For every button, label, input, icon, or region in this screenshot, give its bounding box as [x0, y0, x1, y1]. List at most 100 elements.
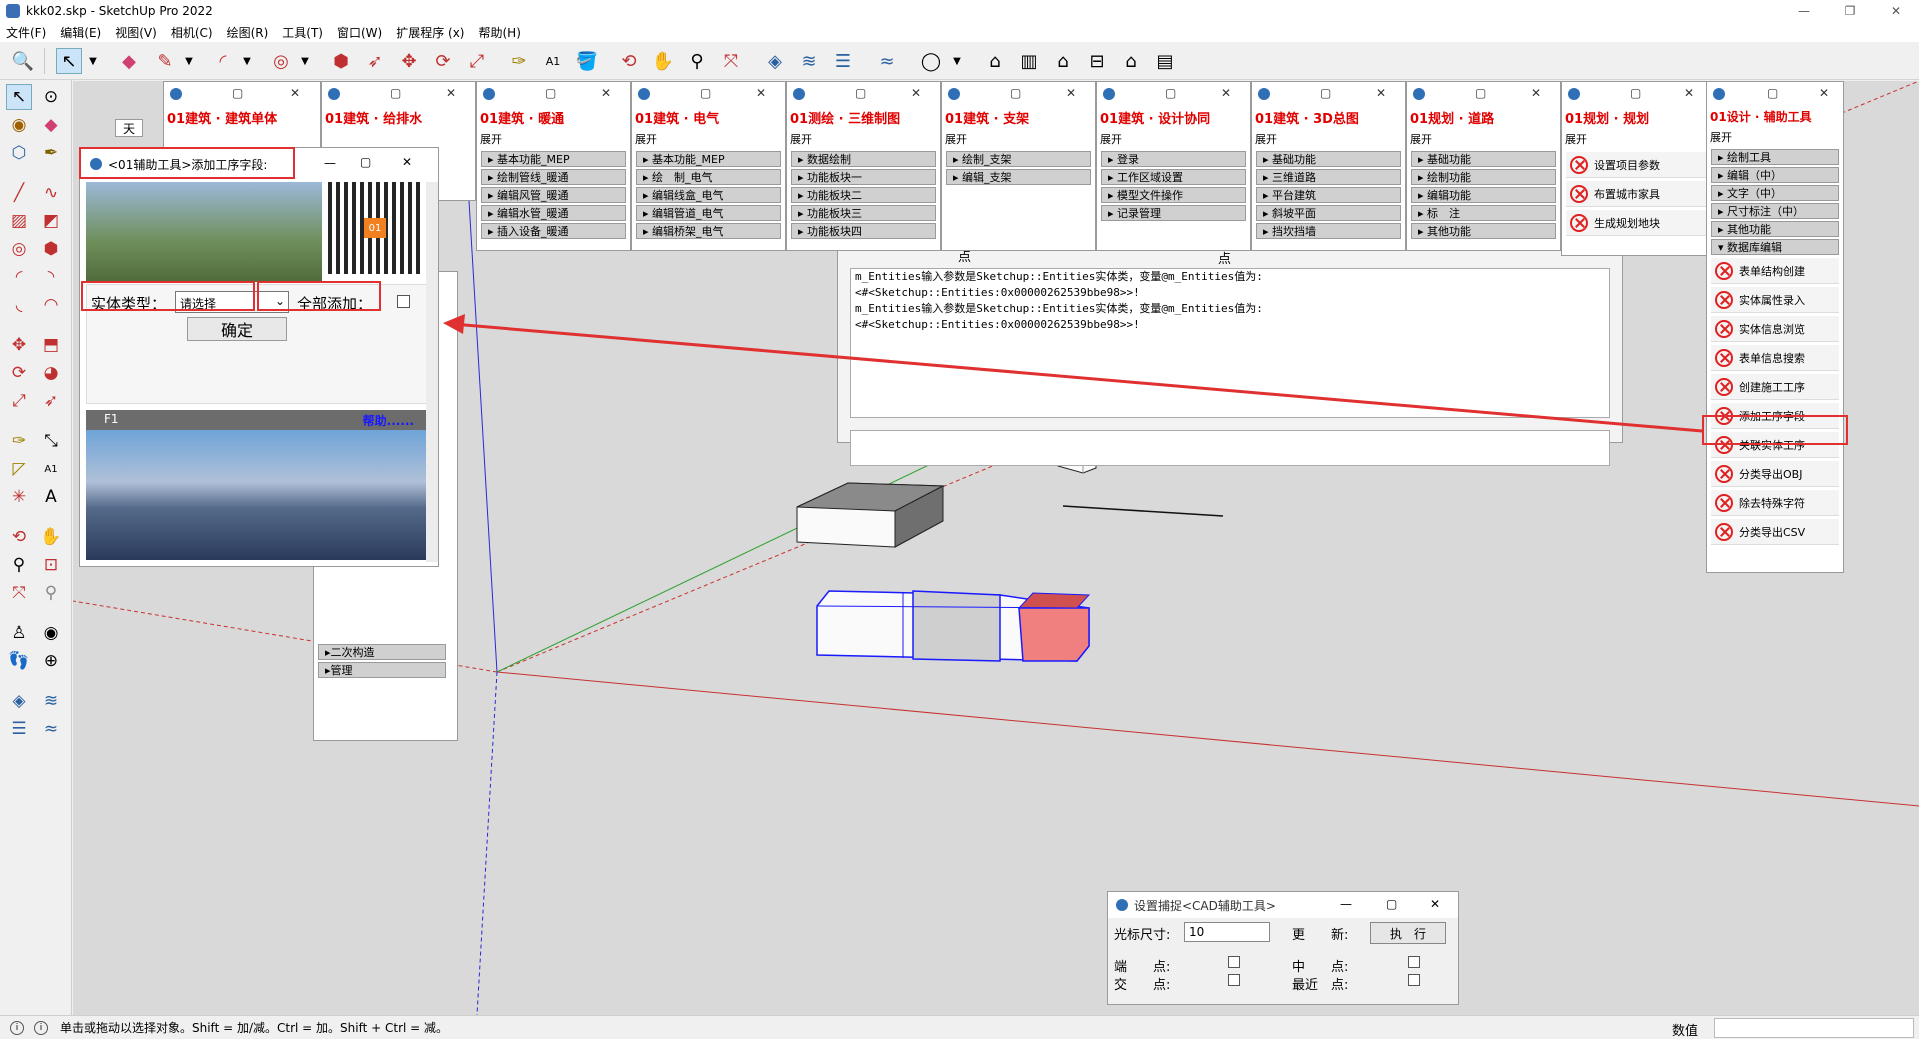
- menu-window[interactable]: 窗口(W): [337, 24, 382, 41]
- layers-icon[interactable]: ◈: [6, 688, 32, 714]
- close-icon[interactable]: ✕: [1430, 897, 1440, 911]
- panel-item[interactable]: ▸ 基础功能: [1256, 151, 1401, 167]
- rotate-icon[interactable]: ⟳: [6, 360, 32, 386]
- group-item[interactable]: ▸ 编辑（中）: [1711, 167, 1839, 183]
- shadows-icon[interactable]: ≈: [874, 48, 900, 74]
- pan-icon[interactable]: ✋: [38, 524, 64, 550]
- form-search-button[interactable]: 表单信息搜索: [1711, 345, 1839, 371]
- panel-item[interactable]: ▸ 功能板块二: [791, 187, 936, 203]
- panel-item[interactable]: ▸ 挡坎挡墙: [1256, 223, 1401, 239]
- group-item[interactable]: ▸ 文字（中）: [1711, 185, 1839, 201]
- lasso-icon[interactable]: ⊙: [38, 84, 64, 110]
- expand-label[interactable]: 展开: [1707, 127, 1843, 147]
- select-icon[interactable]: ↖: [6, 84, 32, 110]
- panel-item[interactable]: ▸ 插入设备_暖通: [481, 223, 626, 239]
- panel-item[interactable]: ▸ 斜坡平面: [1256, 205, 1401, 221]
- text-icon[interactable]: A1: [540, 48, 566, 74]
- dimension-icon[interactable]: ⤡: [38, 428, 64, 454]
- position-camera-icon[interactable]: ♙: [6, 620, 32, 646]
- expand-label[interactable]: 展开: [1562, 129, 1712, 149]
- text-icon[interactable]: A1: [38, 456, 64, 482]
- remove-chars-button[interactable]: 除去特殊字符: [1711, 490, 1839, 516]
- layers-icon[interactable]: ◈: [762, 48, 788, 74]
- zoom-window-icon[interactable]: ⚲: [684, 48, 710, 74]
- panel-item[interactable]: ▸ 绘制功能: [1411, 169, 1556, 185]
- orbit-icon[interactable]: ⟲: [616, 48, 642, 74]
- panel-item[interactable]: ▸ 编辑功能: [1411, 187, 1556, 203]
- minimize-icon[interactable]: —: [1340, 897, 1352, 911]
- menu-camera[interactable]: 相机(C): [171, 24, 213, 41]
- account-dropdown-icon[interactable]: ▼: [944, 48, 970, 74]
- tape-icon[interactable]: ✑: [506, 48, 532, 74]
- account-icon[interactable]: ◯: [918, 48, 944, 74]
- panel-item[interactable]: ▸ 基本功能_MEP: [481, 151, 626, 167]
- panel-item[interactable]: ▸ 编辑风管_暖通: [481, 187, 626, 203]
- city-furniture-button[interactable]: 布置城市家具: [1566, 181, 1708, 207]
- scale-icon[interactable]: ⤢: [464, 48, 490, 74]
- arc-icon[interactable]: ◜: [210, 48, 236, 74]
- scale-icon[interactable]: ⤢: [6, 388, 32, 414]
- panel-item[interactable]: ▸ 数据绘制: [791, 151, 936, 167]
- freehand-icon[interactable]: ∿: [38, 180, 64, 206]
- maximize-icon[interactable]: ▢: [360, 155, 371, 169]
- behind-tab[interactable]: 天: [115, 119, 143, 137]
- eraser-icon[interactable]: ◆: [116, 48, 142, 74]
- building-icon[interactable]: ▤: [1152, 48, 1178, 74]
- execute-button[interactable]: 执 行: [1370, 922, 1446, 944]
- group-item[interactable]: ▸ 绘制工具: [1711, 149, 1839, 165]
- zoom-extents-icon[interactable]: ⤧: [6, 580, 32, 606]
- endpoint-checkbox[interactable]: [1228, 956, 1240, 968]
- panel-item[interactable]: ▸ 基础功能: [1411, 151, 1556, 167]
- paint-icon[interactable]: 🪣: [574, 48, 600, 74]
- walk-icon[interactable]: 👣: [6, 648, 32, 674]
- protractor-icon[interactable]: ◸: [6, 456, 32, 482]
- move-icon[interactable]: ✥: [6, 332, 32, 358]
- arc2-icon[interactable]: ◝: [38, 264, 64, 290]
- zoom-icon[interactable]: 🔍: [10, 48, 36, 74]
- group-item[interactable]: ▸ 尺寸标注（中）: [1711, 203, 1839, 219]
- paint-icon[interactable]: ◉: [6, 112, 32, 138]
- expand-label[interactable]: 展开: [1097, 129, 1250, 149]
- arc-dropdown-icon[interactable]: ▼: [234, 48, 260, 74]
- warehouse-icon[interactable]: ⌂: [982, 48, 1008, 74]
- modeling-viewport[interactable]: m_Entities输入参数是Sketchup::Entities实体类，变量@…: [73, 81, 1919, 1015]
- panel-item[interactable]: ▸ 编辑桥架_电气: [636, 223, 781, 239]
- minimize-icon[interactable]: —: [324, 156, 336, 170]
- panel-item[interactable]: ▸ 编辑_支架: [946, 169, 1091, 185]
- zoom-icon[interactable]: ⚲: [6, 552, 32, 578]
- select-dropdown-icon[interactable]: ▼: [80, 48, 106, 74]
- close-icon[interactable]: ✕: [1873, 0, 1919, 22]
- scenes-icon[interactable]: ☰: [6, 716, 32, 742]
- confirm-button[interactable]: 确定: [187, 317, 287, 341]
- help-icon[interactable]: i: [34, 1020, 48, 1035]
- tag-icon[interactable]: ✒: [38, 140, 64, 166]
- menu-file[interactable]: 文件(F): [6, 24, 46, 41]
- expand-label[interactable]: 展开: [1407, 129, 1560, 149]
- pan-icon[interactable]: ✋: [650, 48, 676, 74]
- panel-item[interactable]: ▸ 功能板块三: [791, 205, 936, 221]
- panel-item[interactable]: ▸ 其他功能: [1411, 223, 1556, 239]
- look-around-icon[interactable]: ◉: [38, 620, 64, 646]
- export-csv-button[interactable]: 分类导出CSV: [1711, 519, 1839, 545]
- styles-icon[interactable]: ≋: [38, 688, 64, 714]
- behind-item-manage[interactable]: ▸ 管理: [318, 662, 446, 678]
- intersection-checkbox[interactable]: [1228, 974, 1240, 986]
- panel-item[interactable]: ▸ 绘 制_电气: [636, 169, 781, 185]
- previous-view-icon[interactable]: ⚲: [38, 580, 64, 606]
- expand-label[interactable]: 展开: [1252, 129, 1405, 149]
- rotate-icon[interactable]: ⟳: [430, 48, 456, 74]
- panel-item[interactable]: ▸ 绘制_支架: [946, 151, 1091, 167]
- home-icon[interactable]: ⌂: [1050, 48, 1076, 74]
- rotated-rect-icon[interactable]: ◩: [38, 208, 64, 234]
- rectangle-icon[interactable]: ▨: [6, 208, 32, 234]
- help-link[interactable]: 帮助......: [363, 412, 414, 428]
- panel-item[interactable]: ▸ 记录管理: [1101, 205, 1246, 221]
- entity-browse-button[interactable]: 实体信息浏览: [1711, 316, 1839, 342]
- behind-item-secondary[interactable]: ▸ 二次构造: [318, 644, 446, 660]
- expand-label[interactable]: 展开: [942, 129, 1095, 149]
- move-icon[interactable]: ✥: [396, 48, 422, 74]
- panel-item[interactable]: ▸ 功能板块四: [791, 223, 936, 239]
- eraser-icon[interactable]: ◆: [38, 112, 64, 138]
- nearest-checkbox[interactable]: [1408, 974, 1420, 986]
- dialog-scrollbar[interactable]: [426, 182, 438, 562]
